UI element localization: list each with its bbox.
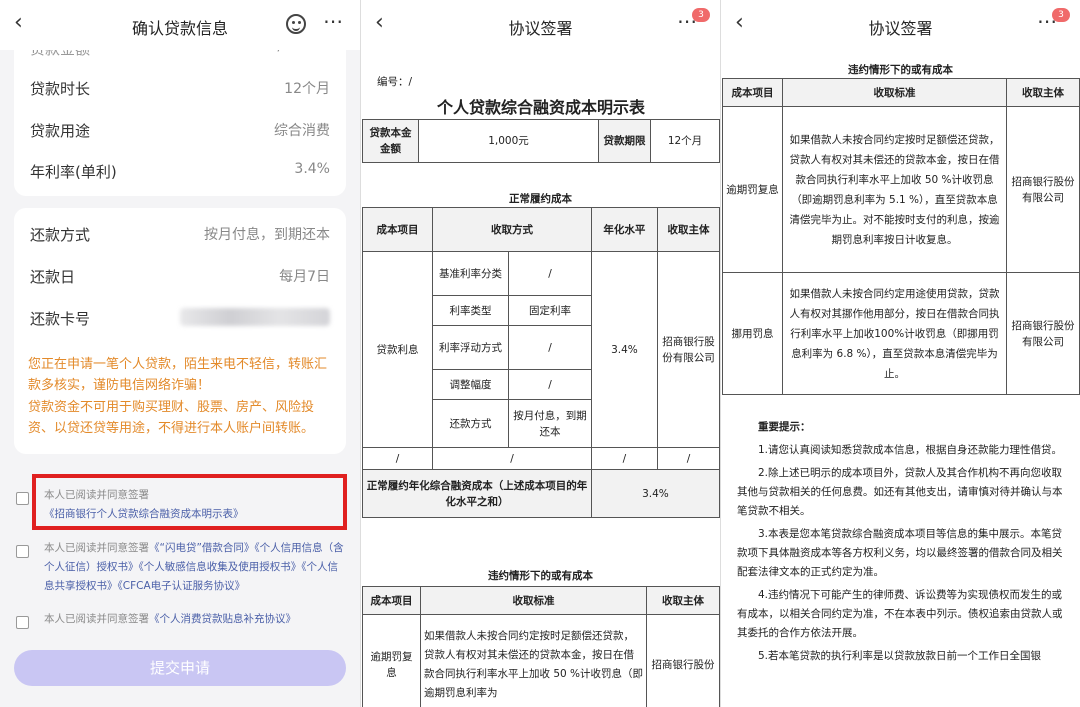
agreement-item-3[interactable]: 本人已阅读并同意签署《个人消费贷款贴息补充协议》 [16,610,346,629]
checkbox[interactable] [16,492,29,505]
notification-badge: 3 [1052,8,1070,22]
notification-badge: 3 [692,8,710,22]
more-icon[interactable]: ⋯ [323,9,344,33]
page-title: 协议签署 [868,19,933,38]
page-title: 协议签署 [508,19,573,38]
breach-cost-title: 违约情形下的或有成本 [488,570,593,582]
notice-item: 5.若本笔贷款的执行利率是以贷款放款日前一个工作日全国银 [758,650,1042,662]
notice-item: 3.本表是您本笔贷款综合融资成本项目等信息的集中展示。本笔贷款项下具体融资成本等… [737,528,1063,578]
highlight-box [32,474,347,530]
loan-term-row: 贷款时长 12个月 [30,80,330,98]
notice-item: 4.违约情况下可能产生的律师费、诉讼费等为实现债权而发生的或有成本，以相关合同约… [737,589,1063,639]
doc-number: 编号：/ [377,76,413,88]
loan-confirm-screen: ‹ 确认贷款信息 ⋯ 贷款金额¥1,000.00 贷款时长12个月 贷款用途综合… [0,0,360,707]
notice-title: 重要提示： [758,421,811,433]
repay-method-row[interactable]: 还款方式 按月付息，到期还本 [30,224,330,245]
nav-bar: ‹ 确认贷款信息 ⋯ [0,0,360,50]
breach-cost-table: 成本项目 收取标准 收取主体 逾期罚复息 如果借款人未按合同约定按时足额偿还贷款… [722,78,1080,395]
loan-purpose-row: 贷款用途 综合消费 [30,122,330,140]
notice-item: 2.除上述已明示的成本项目外，贷款人及其合作机构不再向您收取其他与贷款相关的任何… [737,467,1063,517]
smiley-icon[interactable] [286,14,306,34]
page-title: 确认贷款信息 [131,19,228,38]
submit-button[interactable]: 提交申请 [14,650,346,686]
nav-bar: ‹ 协议签署 ⋯ 3 [721,0,1080,50]
notice-item: 1.请您认真阅读知悉贷款成本信息，根据自身还款能力理性借贷。 [758,444,1063,456]
agreement-item-2[interactable]: 本人已阅读并同意签署《“闪电贷”借款合同》《个人信用信息（含个人征信）授权书》《… [16,539,346,596]
breach-cost-title: 违约情形下的或有成本 [848,64,953,76]
usage-warning: 贷款资金不可用于购买理财、股票、房产、风险投资、以贷还贷等用途，不得进行本人账户… [28,400,315,436]
doc-title: 个人贷款综合融资成本明示表 [436,98,645,117]
important-notice: 重要提示： 1.请您认真阅读知悉贷款成本信息，根据自身还款能力理性借贷。 2.除… [737,418,1072,670]
annual-rate-row: 年利率(单利) 3.4% [30,161,330,181]
screenshot-collage: ‹ 确认贷款信息 ⋯ 贷款金额¥1,000.00 贷款时长12个月 贷款用途综合… [0,0,1080,707]
repay-day-row[interactable]: 还款日 每月7日 [30,266,330,287]
normal-cost-title: 正常履约成本 [509,193,572,205]
normal-cost-table: 成本项目 收取方式 年化水平 收取主体 贷款利息 基准利率分类 / 3.4% 招… [362,207,720,518]
agreement-sign-screen-1: ‹ 协议签署 ⋯ 3 编号：/ 个人贷款综合融资成本明示表 贷款本金金额 1,0… [360,0,720,707]
blurred-card-number [180,308,330,326]
breach-cost-table: 成本项目 收取标准 收取主体 逾期罚复息 如果借款人未按合同约定按时足额偿还贷款… [362,586,720,707]
summary-table: 贷款本金金额 1,000元 贷款期限 12个月 [362,119,720,163]
fraud-warning: 您正在申请一笔个人贷款，陌生来电不轻信，转账汇款多核实，谨防电信网络诈骗！ [28,357,328,393]
agreement-sign-screen-2: ‹ 协议签署 ⋯ 3 违约情形下的或有成本 成本项目 收取标准 收取主体 逾期罚… [720,0,1080,707]
checkbox[interactable] [16,616,29,629]
repay-card-row[interactable]: 还款卡号 [30,308,330,329]
checkbox[interactable] [16,545,29,558]
nav-bar: ‹ 协议签署 ⋯ 3 [361,0,720,50]
